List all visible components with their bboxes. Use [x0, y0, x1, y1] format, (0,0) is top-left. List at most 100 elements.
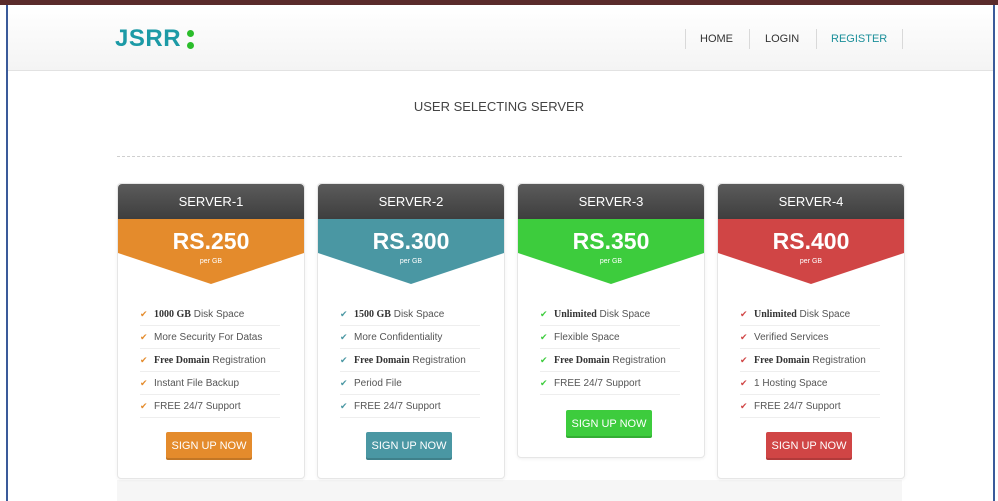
feature-item: ✔ Flexible Space — [540, 326, 680, 349]
nav-divider — [902, 29, 903, 49]
feature-highlight: Free Domain — [554, 355, 610, 366]
check-icon: ✔ — [540, 355, 548, 365]
price-unit: per GB — [399, 258, 423, 265]
check-icon: ✔ — [740, 401, 748, 411]
feature-item: ✔ 1500 GB Disk Space — [340, 303, 480, 326]
feature-text: Disk Space — [596, 309, 651, 320]
pricing-card: SERVER-4 RS.400 per GB ✔ Unlimited Disk Spac… — [717, 183, 905, 479]
nav-login[interactable]: LOGIN — [765, 33, 799, 45]
nav-home[interactable]: HOME — [700, 33, 733, 45]
check-icon: ✔ — [140, 332, 148, 342]
feature-highlight: Free Domain — [354, 355, 410, 366]
plan-price: RS.300 — [372, 228, 450, 254]
feature-item: ✔ FREE 24/7 Support — [140, 395, 280, 418]
price-banner: RS.250 per GB — [118, 219, 304, 284]
check-icon: ✔ — [340, 378, 348, 388]
pricing-card: SERVER-1 RS.250 per GB ✔ 1000 GB Disk Space ✔… — [117, 183, 305, 479]
feature-item: ✔ More Confidentiality — [340, 326, 480, 349]
check-icon: ✔ — [340, 401, 348, 411]
feature-text: Period File — [354, 378, 402, 389]
feature-item: ✔ Verified Services — [740, 326, 880, 349]
sign-up-button[interactable]: SIGN UP NOW — [366, 432, 452, 460]
check-icon: ✔ — [340, 309, 348, 319]
check-icon: ✔ — [140, 309, 148, 319]
plan-price: RS.400 — [772, 228, 850, 254]
feature-text: FREE 24/7 Support — [554, 378, 641, 389]
feature-text: FREE 24/7 Support — [354, 401, 441, 412]
check-icon: ✔ — [540, 332, 548, 342]
feature-highlight: 1000 GB — [154, 309, 191, 320]
feature-text: Disk Space — [796, 309, 851, 320]
feature-list: ✔ Unlimited Disk Space ✔ Flexible Space ✔ Fre… — [540, 303, 680, 395]
sign-up-button[interactable]: SIGN UP NOW — [766, 432, 852, 460]
feature-item: ✔ FREE 24/7 Support — [740, 395, 880, 418]
frame-right-border — [993, 5, 995, 501]
feature-text: Registration — [209, 355, 266, 366]
plan-name: SERVER-1 — [118, 184, 304, 219]
check-icon: ✔ — [140, 378, 148, 388]
feature-highlight: Free Domain — [154, 355, 210, 366]
check-icon: ✔ — [140, 401, 148, 411]
check-icon: ✔ — [540, 309, 548, 319]
pricing-card: SERVER-2 RS.300 per GB ✔ 1500 GB Disk Space ✔… — [317, 183, 505, 479]
frame-left-border — [6, 5, 8, 501]
feature-text: More Confidentiality — [354, 332, 443, 343]
check-icon: ✔ — [140, 355, 148, 365]
feature-item: ✔ Instant File Backup — [140, 372, 280, 395]
feature-highlight: Free Domain — [754, 355, 810, 366]
nav-divider — [816, 29, 817, 49]
plan-name: SERVER-3 — [518, 184, 704, 219]
feature-text: Disk Space — [190, 309, 245, 320]
feature-item: ✔ Free Domain Registration — [340, 349, 480, 372]
pricing-card: SERVER-3 RS.350 per GB ✔ Unlimited Disk Spac… — [517, 183, 705, 458]
feature-item: ✔ Free Domain Registration — [740, 349, 880, 372]
feature-item: ✔ Unlimited Disk Space — [540, 303, 680, 326]
feature-text: 1 Hosting Space — [754, 378, 828, 389]
feature-item: ✔ Period File — [340, 372, 480, 395]
plan-price: RS.350 — [572, 228, 650, 254]
bottom-panel — [117, 480, 902, 501]
check-icon: ✔ — [340, 355, 348, 365]
feature-highlight: Unlimited — [554, 309, 597, 320]
sign-up-button[interactable]: SIGN UP NOW — [566, 410, 652, 438]
plan-price: RS.250 — [172, 228, 250, 254]
brand-logo[interactable]: JSRR — [115, 25, 181, 53]
price-unit: per GB — [199, 258, 223, 265]
feature-list: ✔ Unlimited Disk Space ✔ Verified Services ✔… — [740, 303, 880, 418]
logo-dots-icon — [187, 30, 195, 50]
feature-text: Disk Space — [390, 309, 445, 320]
nav-divider — [685, 29, 686, 49]
feature-list: ✔ 1500 GB Disk Space ✔ More Confidentiality… — [340, 303, 480, 418]
plan-name: SERVER-4 — [718, 184, 904, 219]
feature-text: FREE 24/7 Support — [754, 401, 841, 412]
feature-text: Registration — [409, 355, 466, 366]
feature-item: ✔ FREE 24/7 Support — [340, 395, 480, 418]
feature-text: FREE 24/7 Support — [154, 401, 241, 412]
feature-highlight: 1500 GB — [354, 309, 391, 320]
check-icon: ✔ — [340, 332, 348, 342]
nav-divider — [749, 29, 750, 49]
section-divider — [117, 156, 902, 157]
nav-register[interactable]: REGISTER — [831, 33, 887, 45]
feature-item: ✔ Free Domain Registration — [540, 349, 680, 372]
feature-text: More Security For Datas — [154, 332, 263, 343]
price-unit: per GB — [599, 258, 623, 265]
feature-text: Registration — [609, 355, 666, 366]
feature-text: Verified Services — [754, 332, 829, 343]
feature-highlight: Unlimited — [754, 309, 797, 320]
feature-text: Registration — [809, 355, 866, 366]
page-title: USER SELECTING SERVER — [413, 99, 585, 114]
feature-item: ✔ 1 Hosting Space — [740, 372, 880, 395]
sign-up-button[interactable]: SIGN UP NOW — [166, 432, 252, 460]
check-icon: ✔ — [740, 332, 748, 342]
price-banner: RS.350 per GB — [518, 219, 704, 284]
price-banner: RS.300 per GB — [318, 219, 504, 284]
check-icon: ✔ — [740, 355, 748, 365]
feature-item: ✔ More Security For Datas — [140, 326, 280, 349]
feature-text: Instant File Backup — [154, 378, 240, 389]
feature-text: Flexible Space — [554, 332, 620, 343]
feature-list: ✔ 1000 GB Disk Space ✔ More Security For Da… — [140, 303, 280, 418]
check-icon: ✔ — [740, 378, 748, 388]
check-icon: ✔ — [540, 378, 548, 388]
price-unit: per GB — [799, 258, 823, 265]
